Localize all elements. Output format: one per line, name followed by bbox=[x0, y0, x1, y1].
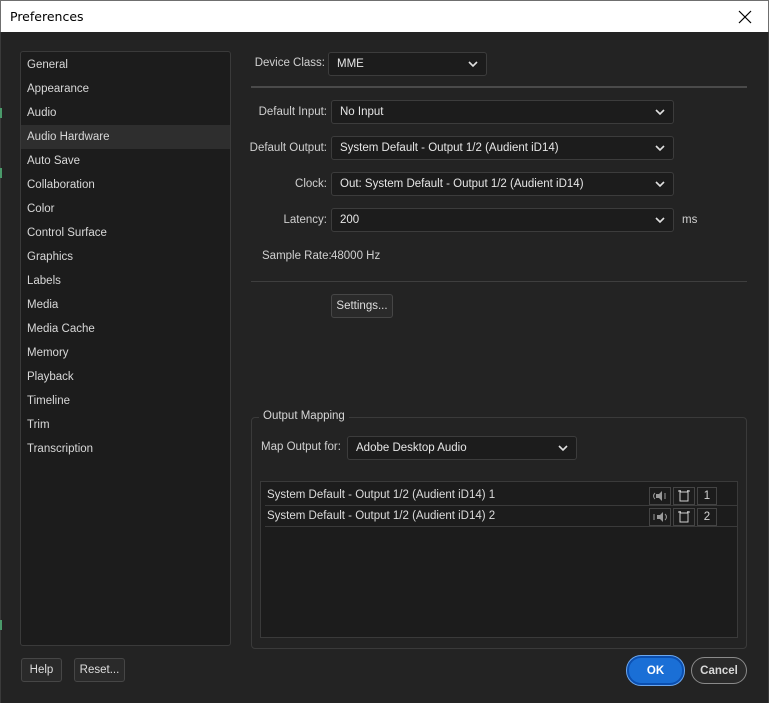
default-input-value: No Input bbox=[340, 106, 384, 118]
category-sidebar: General Appearance Audio Audio Hardware Auto… bbox=[20, 51, 231, 646]
clock-label: Clock: bbox=[295, 178, 327, 190]
map-output-for-select[interactable]: Adobe Desktop Audio bbox=[347, 436, 577, 460]
mapping-row-label: System Default - Output 1/2 (Audient iD1… bbox=[267, 510, 496, 522]
sidebar-item-graphics[interactable]: Graphics bbox=[21, 245, 230, 269]
sidebar-item-playback[interactable]: Playback bbox=[21, 365, 230, 389]
close-icon bbox=[738, 10, 752, 23]
sidebar-item-general[interactable]: General bbox=[21, 53, 230, 77]
sidebar-item-audio-hardware[interactable]: Audio Hardware bbox=[21, 125, 230, 149]
sidebar-item-media[interactable]: Media bbox=[21, 293, 230, 317]
sample-rate-label: Sample Rate: bbox=[262, 250, 332, 262]
settings-button[interactable]: Settings... bbox=[331, 294, 393, 318]
default-output-value: System Default - Output 1/2 (Audient iD1… bbox=[340, 142, 559, 154]
device-class-value: MME bbox=[337, 58, 364, 70]
speaker-left-icon[interactable] bbox=[649, 487, 671, 505]
sidebar-item-labels[interactable]: Labels bbox=[21, 269, 230, 293]
sidebar-item-color[interactable]: Color bbox=[21, 197, 230, 221]
chevron-down-icon bbox=[655, 145, 665, 152]
device-class-label: Device Class: bbox=[254, 57, 325, 69]
reset-button[interactable]: Reset... bbox=[74, 658, 125, 682]
default-input-select[interactable]: No Input bbox=[331, 100, 674, 124]
mapping-row[interactable]: System Default - Output 1/2 (Audient iD1… bbox=[265, 486, 737, 506]
default-output-select[interactable]: System Default - Output 1/2 (Audient iD1… bbox=[331, 136, 674, 160]
sidebar-item-trim[interactable]: Trim bbox=[21, 413, 230, 437]
sidebar-item-control-surface[interactable]: Control Surface bbox=[21, 221, 230, 245]
latency-label: Latency: bbox=[283, 214, 327, 226]
sample-rate-value: 48000 Hz bbox=[331, 250, 381, 262]
title-bar: Preferences bbox=[0, 0, 769, 32]
device-class-select[interactable]: MME bbox=[328, 52, 487, 76]
map-output-for-label: Map Output for: bbox=[261, 441, 341, 453]
sidebar-item-memory[interactable]: Memory bbox=[21, 341, 230, 365]
channel-number: 2 bbox=[697, 508, 717, 526]
sidebar-item-media-cache[interactable]: Media Cache bbox=[21, 317, 230, 341]
edge-marker bbox=[0, 168, 2, 178]
chevron-down-icon bbox=[655, 217, 665, 224]
edge-marker bbox=[0, 108, 2, 118]
chevron-down-icon bbox=[655, 109, 665, 116]
sidebar-item-timeline[interactable]: Timeline bbox=[21, 389, 230, 413]
section-divider bbox=[251, 281, 747, 282]
sidebar-item-appearance[interactable]: Appearance bbox=[21, 77, 230, 101]
chevron-down-icon bbox=[558, 445, 568, 452]
clock-value: Out: System Default - Output 1/2 (Audien… bbox=[340, 178, 584, 190]
help-button[interactable]: Help bbox=[21, 658, 62, 682]
output-mapping-title: Output Mapping bbox=[259, 410, 349, 422]
chevron-down-icon bbox=[468, 61, 478, 68]
clip-icon[interactable] bbox=[673, 508, 695, 526]
mapping-row[interactable]: System Default - Output 1/2 (Audient iD1… bbox=[265, 507, 737, 527]
latency-value: 200 bbox=[340, 214, 360, 226]
channel-number: 1 bbox=[697, 487, 717, 505]
section-divider bbox=[251, 86, 747, 88]
sidebar-item-collaboration[interactable]: Collaboration bbox=[21, 173, 230, 197]
sidebar-item-auto-save[interactable]: Auto Save bbox=[21, 149, 230, 173]
chevron-down-icon bbox=[655, 181, 665, 188]
output-mapping-list: System Default - Output 1/2 (Audient iD1… bbox=[260, 481, 738, 638]
window-title: Preferences bbox=[10, 9, 84, 24]
ok-button[interactable]: OK bbox=[627, 656, 684, 685]
default-input-label: Default Input: bbox=[258, 106, 327, 118]
map-output-for-value: Adobe Desktop Audio bbox=[356, 442, 467, 454]
mapping-row-label: System Default - Output 1/2 (Audient iD1… bbox=[267, 489, 496, 501]
sidebar-item-audio[interactable]: Audio bbox=[21, 101, 230, 125]
speaker-right-icon[interactable] bbox=[649, 508, 671, 526]
latency-select[interactable]: 200 bbox=[331, 208, 674, 232]
clip-icon[interactable] bbox=[673, 487, 695, 505]
sidebar-item-transcription[interactable]: Transcription bbox=[21, 437, 230, 461]
default-output-label: Default Output: bbox=[249, 142, 327, 154]
edge-marker bbox=[0, 620, 2, 630]
latency-unit: ms bbox=[682, 214, 698, 226]
cancel-button[interactable]: Cancel bbox=[691, 657, 747, 684]
close-button[interactable] bbox=[722, 1, 768, 32]
clock-select[interactable]: Out: System Default - Output 1/2 (Audien… bbox=[331, 172, 674, 196]
